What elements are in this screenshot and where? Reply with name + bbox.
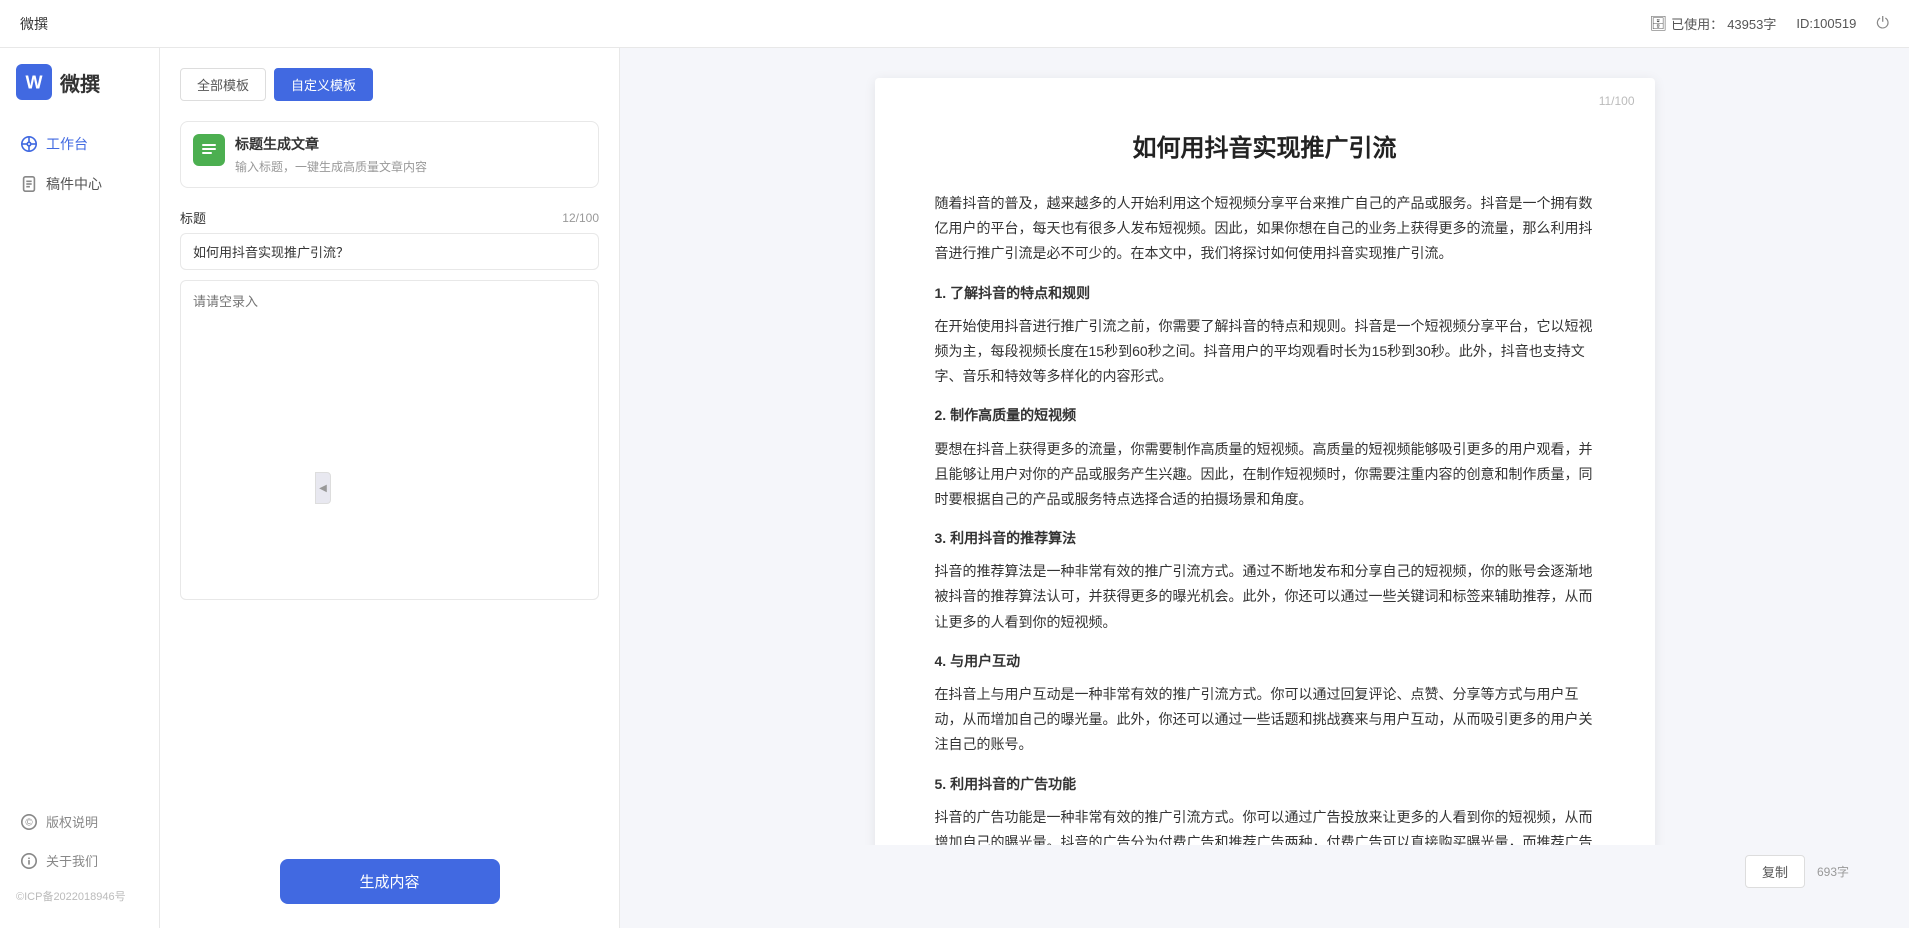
template-card[interactable]: 标题生成文章 输入标题，一键生成高质量文章内容 [180,121,599,188]
usage-label: 已使用： [1671,14,1723,33]
grid-icon [20,135,38,153]
sidebar-bottom: © 版权说明 关于我们 ©ICP备2022018946号 [0,802,159,912]
power-icon[interactable]: ⏻ [1876,15,1889,33]
template-icon [193,134,225,166]
topbar-title: 微撰 [20,14,48,34]
para-4: 在抖音上与用户互动是一种非常有效的推广引流方式。你可以通过回复评论、点赞、分享等… [935,682,1595,758]
char-count: 12/100 [562,211,599,225]
title-input[interactable] [180,233,599,270]
form-label: 标题 12/100 [180,208,599,227]
about-label: 关于我们 [46,851,98,870]
drafts-label: 稿件中心 [46,174,102,194]
usage-info: 🗄 已使用： 43953字 [1649,14,1776,33]
file-icon [20,175,38,193]
right-panel[interactable]: 11/100 如何用抖音实现推广引流 随着抖音的普及，越来越多的人开始利用这个短… [620,48,1909,928]
heading-4: 4. 与用户互动 [935,649,1595,674]
copyright-label: 版权说明 [46,812,98,831]
storage-icon: 🗄 [1649,15,1667,32]
template-title: 标题生成文章 [235,134,427,154]
page-number: 11/100 [1599,94,1635,108]
usage-count: 43953字 [1727,14,1776,33]
template-info: 标题生成文章 输入标题，一键生成高质量文章内容 [235,134,427,175]
word-count: 693字 [1817,863,1849,880]
sidebar-item-copyright[interactable]: © 版权说明 [0,802,159,841]
content-area: ◀ 全部模板 自定义模板 标题生成文章 输入标题，一键生成 [160,48,1909,928]
collapse-button[interactable]: ◀ [315,472,331,504]
workbench-label: 工作台 [46,134,88,154]
doc-title: 如何用抖音实现推广引流 [935,128,1595,163]
template-desc: 输入标题，一键生成高质量文章内容 [235,158,427,175]
about-icon [20,852,38,870]
para-3: 抖音的推荐算法是一种非常有效的推广引流方式。通过不断地发布和分享自己的短视频，你… [935,559,1595,635]
heading-2: 2. 制作高质量的短视频 [935,403,1595,428]
logo-text: 微撰 [60,68,100,97]
doc-page: 11/100 如何用抖音实现推广引流 随着抖音的普及，越来越多的人开始利用这个短… [875,78,1655,878]
sidebar-item-workbench[interactable]: 工作台 [0,124,159,164]
para-2: 要想在抖音上获得更多的流量，你需要制作高质量的短视频。高质量的短视频能够吸引更多… [935,437,1595,513]
topbar: 微撰 🗄 已使用： 43953字 ID:100519 ⏻ [0,0,1909,48]
tab-custom[interactable]: 自定义模板 [274,68,373,101]
heading-1: 1. 了解抖音的特点和规则 [935,281,1595,306]
left-panel: 全部模板 自定义模板 标题生成文章 输入标题，一键生成高质量文章内容 [160,48,620,928]
logo-area: W 微撰 [0,64,159,124]
copy-button[interactable]: 复制 [1745,855,1805,888]
sidebar-item-drafts[interactable]: 稿件中心 [0,164,159,204]
doc-footer: 复制 693字 [660,845,1869,898]
svg-text:©: © [25,817,33,828]
tab-row: 全部模板 自定义模板 [180,68,599,101]
heading-5: 5. 利用抖音的广告功能 [935,772,1595,797]
copyright-icon: © [20,813,38,831]
icp-text: ©ICP备2022018946号 [0,880,159,912]
sidebar: W 微撰 工作台 稿件中心 [0,48,160,928]
sidebar-item-about[interactable]: 关于我们 [0,841,159,880]
para-intro: 随着抖音的普及，越来越多的人开始利用这个短视频分享平台来推广自己的产品或服务。抖… [935,191,1595,267]
main-layout: W 微撰 工作台 稿件中心 [0,48,1909,928]
generate-button[interactable]: 生成内容 [280,859,500,904]
doc-body: 随着抖音的普及，越来越多的人开始利用这个短视频分享平台来推广自己的产品或服务。抖… [935,191,1595,880]
heading-3: 3. 利用抖音的推荐算法 [935,526,1595,551]
content-textarea[interactable] [180,280,599,600]
topbar-right: 🗄 已使用： 43953字 ID:100519 ⏻ [1649,14,1889,33]
para-1: 在开始使用抖音进行推广引流之前，你需要了解抖音的特点和规则。抖音是一个短视频分享… [935,314,1595,390]
user-id: ID:100519 [1796,16,1856,31]
label-text: 标题 [180,208,206,227]
logo-icon: W [16,64,52,100]
tab-all[interactable]: 全部模板 [180,68,266,101]
svg-text:W: W [26,73,43,93]
